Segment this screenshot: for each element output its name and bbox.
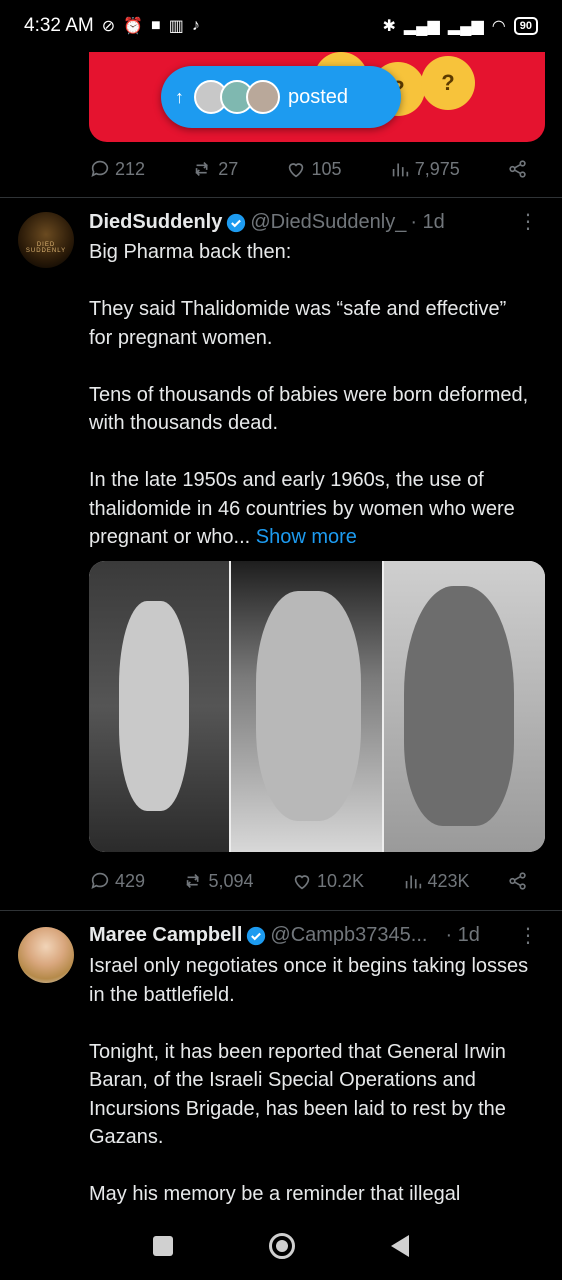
- do-not-disturb-icon: ⊘: [101, 18, 116, 35]
- reply-count: 429: [115, 870, 146, 891]
- tweet-paragraph: Big Pharma back then:: [89, 241, 292, 263]
- author-handle[interactable]: @Campb37345...: [270, 924, 427, 947]
- share-icon: [509, 160, 526, 178]
- posted-label: posted: [288, 85, 349, 108]
- verified-badge-icon: [247, 926, 266, 945]
- new-posts-pill[interactable]: ↑ posted: [161, 66, 401, 128]
- reply-icon: [91, 160, 109, 177]
- tweet-text: Big Pharma back then: They said Thalidom…: [89, 238, 529, 552]
- thinking-emoji-icon: ?: [421, 56, 475, 110]
- repost-button[interactable]: 27: [192, 158, 238, 180]
- tweet-paragraph: They said Thalidomide was “safe and effe…: [89, 298, 507, 349]
- image-panel: [384, 561, 545, 852]
- share-button[interactable]: [507, 870, 529, 892]
- share-button[interactable]: [507, 158, 529, 180]
- trash-icon: ▥: [168, 18, 184, 35]
- like-button[interactable]: 105: [285, 158, 342, 180]
- author-handle[interactable]: @DiedSuddenly_: [250, 211, 406, 234]
- views-count: 423K: [427, 870, 470, 891]
- tweet-header: Maree Campbell @Campb37345... · 1d: [89, 924, 480, 947]
- tweet-text: Israel only negotiates once it begins ta…: [89, 952, 529, 1237]
- repost-icon: [185, 873, 199, 889]
- status-bar: 4:32 AM ⊘ ⏰ ■ ▥ ♪ ✱ ▂▄▆ ▂▄▆ ◠ 90: [0, 0, 562, 52]
- tweet-time: · 1d: [445, 924, 480, 946]
- views-icon: [392, 163, 408, 177]
- divider: [0, 197, 562, 198]
- tweet-paragraph: Tens of thousands of babies were born de…: [89, 383, 529, 435]
- views-count: 7,975: [414, 158, 460, 179]
- video-icon: ■: [151, 17, 161, 34]
- status-time: 4:32 AM: [24, 15, 94, 36]
- image-panel: [89, 561, 229, 852]
- wifi-icon: ◠: [491, 18, 506, 35]
- home-button[interactable]: [269, 1233, 295, 1259]
- tweet-image[interactable]: [89, 561, 545, 852]
- arrow-up-icon: ↑: [175, 86, 184, 107]
- back-button[interactable]: [391, 1235, 409, 1257]
- author-name[interactable]: Maree Campbell: [89, 924, 242, 947]
- author-name[interactable]: DiedSuddenly: [89, 211, 222, 234]
- signal-2-icon: ▂▄▆: [447, 18, 484, 35]
- repost-count: 27: [218, 158, 239, 179]
- show-more-link[interactable]: Show more: [256, 526, 357, 548]
- avatar-logo-text: DIED SUDDENLY: [25, 242, 67, 254]
- tweet-actions: 429 5,094 10.2K 423K: [89, 870, 529, 892]
- repost-button[interactable]: 5,094: [183, 870, 254, 892]
- tweet-paragraph: May his memory be a reminder that illega…: [89, 1183, 461, 1205]
- signal-icon: ▂▄▆: [403, 18, 440, 35]
- heart-icon: [294, 875, 310, 890]
- repost-icon: [195, 161, 209, 177]
- previous-tweet-actions: 212 27 105 7,975: [89, 158, 529, 180]
- tweet-header: DiedSuddenly @DiedSuddenly_ · 1d: [89, 211, 445, 234]
- heart-icon: [289, 163, 304, 178]
- tiktok-icon: ♪: [191, 17, 200, 34]
- tweet-paragraph: Israel only negotiates once it begins ta…: [89, 955, 529, 1006]
- share-icon: [509, 872, 526, 890]
- image-panel: [229, 561, 384, 852]
- more-options-icon[interactable]: ⋮: [518, 212, 538, 232]
- avatar: [246, 80, 280, 114]
- bluetooth-icon: ✱: [382, 18, 396, 35]
- tweet-paragraph: Tonight, it has been reported that Gener…: [89, 1040, 506, 1149]
- reply-count: 212: [115, 158, 146, 179]
- views-button[interactable]: 7,975: [389, 158, 460, 180]
- views-button[interactable]: 423K: [402, 870, 470, 892]
- verified-badge-icon: [227, 213, 246, 232]
- divider: [0, 910, 562, 911]
- tweet-time: · 1d: [410, 211, 445, 233]
- avatar[interactable]: DIED SUDDENLY: [18, 212, 74, 268]
- views-icon: [405, 875, 421, 889]
- recents-button[interactable]: [153, 1236, 173, 1256]
- more-options-icon[interactable]: ⋮: [518, 926, 538, 946]
- avatar[interactable]: [18, 927, 74, 983]
- reply-icon: [91, 872, 109, 889]
- like-count: 10.2K: [317, 870, 365, 891]
- reply-button[interactable]: 429: [89, 870, 145, 892]
- alarm-icon: ⏰: [123, 18, 144, 35]
- battery-icon: 90: [513, 17, 538, 35]
- repost-count: 5,094: [208, 870, 254, 891]
- system-nav-bar: [0, 1212, 562, 1280]
- like-count: 105: [311, 158, 342, 179]
- reply-button[interactable]: 212: [89, 158, 145, 180]
- like-button[interactable]: 10.2K: [291, 870, 364, 892]
